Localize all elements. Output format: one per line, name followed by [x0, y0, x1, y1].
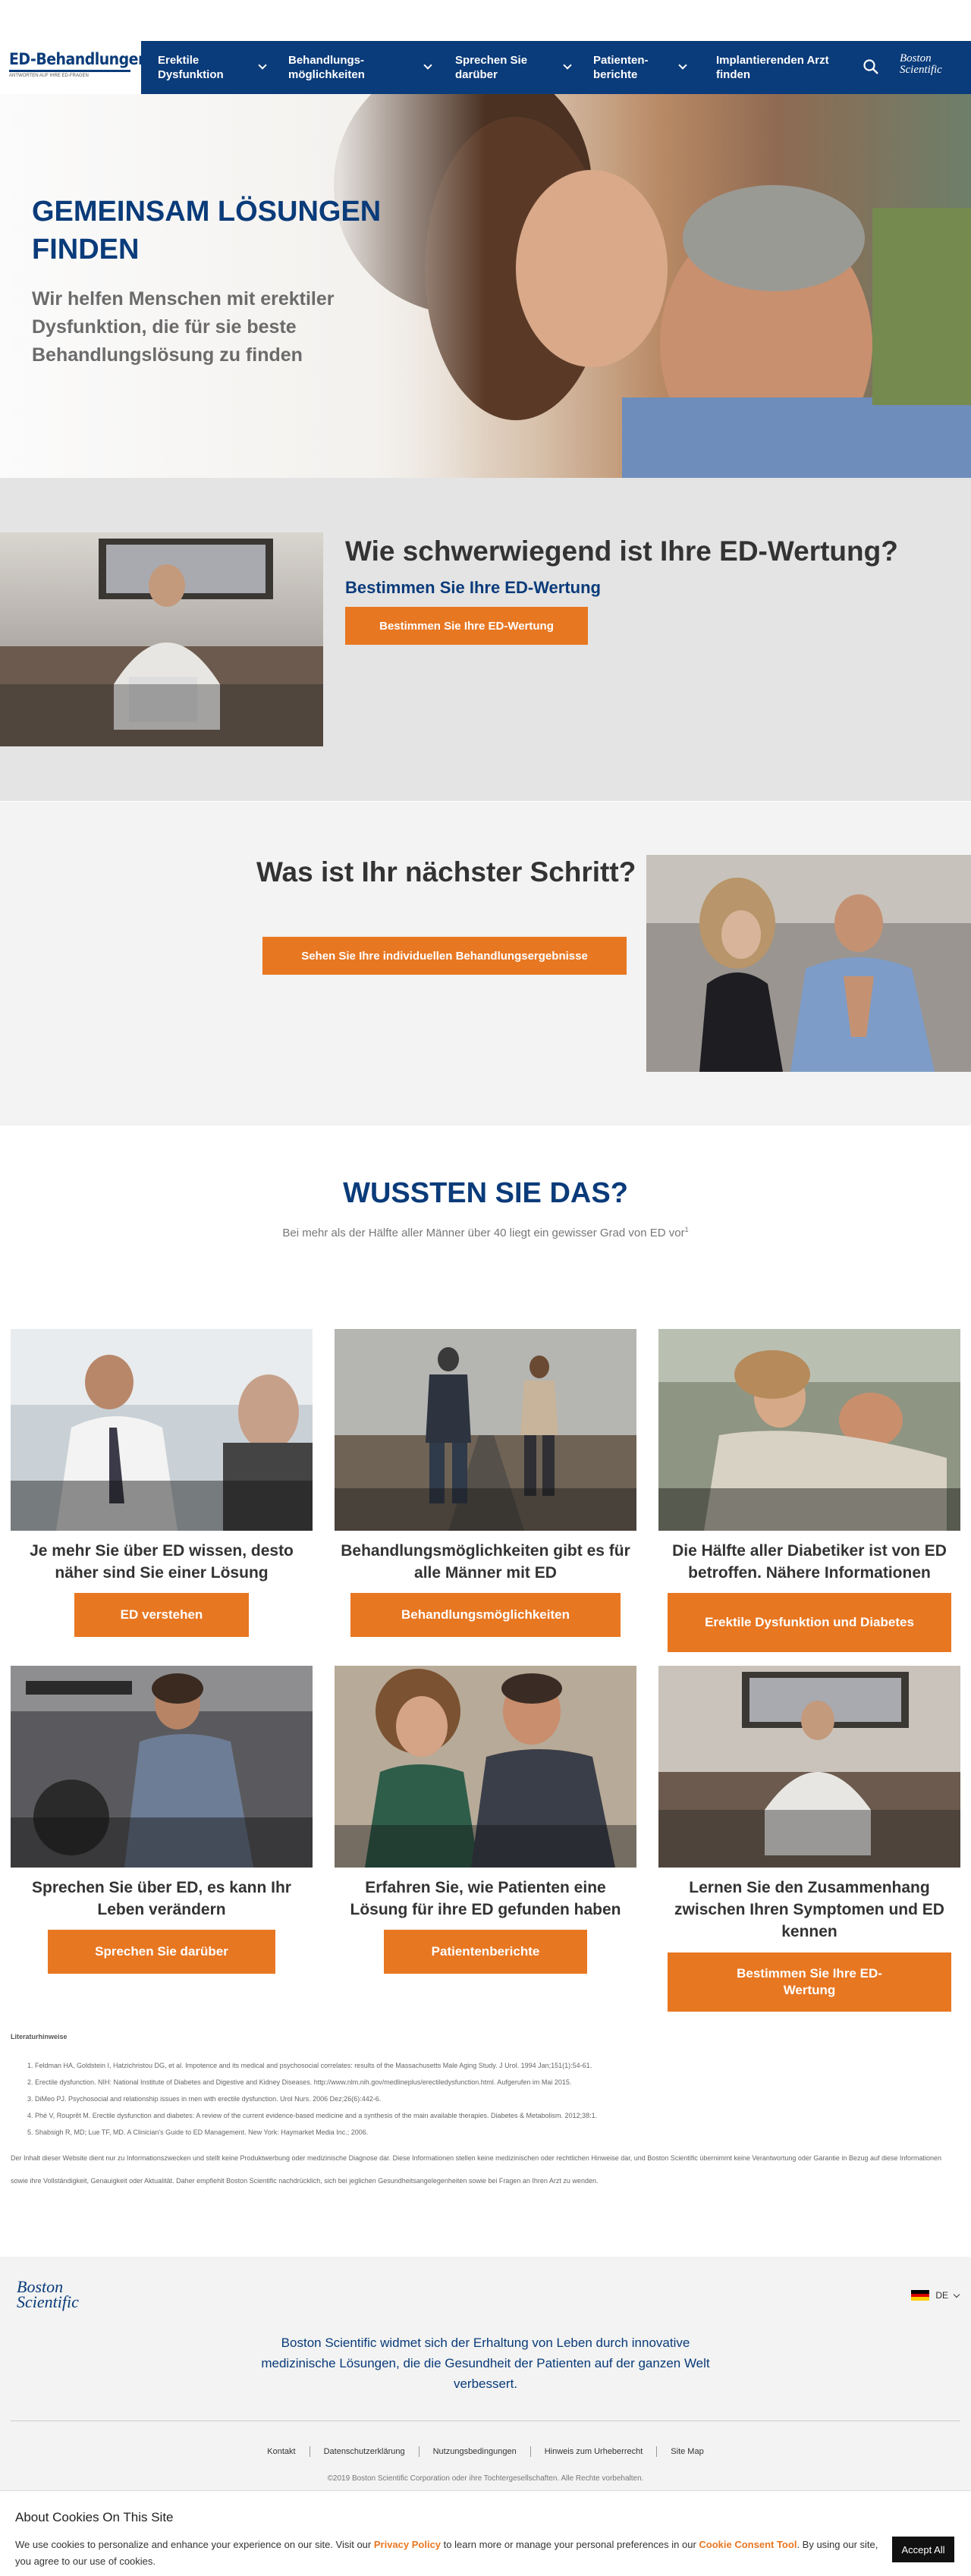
reference-item: Phé V, Rouprêt M. Erectile dysfunction a… [35, 2107, 959, 2124]
nav-item-patientenberichte[interactable]: Patienten-berichte [593, 41, 687, 94]
link-separator [418, 2446, 420, 2457]
hero-title: GEMEINSAM LÖSUNGEN FINDEN [32, 196, 382, 265]
nav-item-label: Patienten-berichte [593, 54, 649, 81]
card-title: Erfahren Sie, wie Patienten eine Lösung … [350, 1879, 621, 1918]
boston-scientific-logo[interactable]: Boston Scientific [900, 53, 960, 76]
card-title: Sprechen Sie über ED, es kann Ihr Leben … [32, 1879, 291, 1918]
main-navigation: Erektile Dysfunktion Behandlungs-möglich… [141, 41, 971, 94]
footer-link-urheberrecht[interactable]: Hinweis zum Urheberrecht [545, 2447, 643, 2456]
footer-link-nutzungsbedingungen[interactable]: Nutzungsbedingungen [433, 2447, 517, 2456]
site-logo[interactable]: ED-Behandlungen.de ANTWORTEN AUF IHRE ED… [9, 50, 172, 86]
nav-item-label: Erektile Dysfunktion [158, 54, 224, 81]
site-footer: Boston Scientific DE Boston Scientific w… [0, 2257, 971, 2490]
privacy-policy-link[interactable]: Privacy Policy [374, 2539, 441, 2550]
cookie-text-part: We use cookies to personalize and enhanc… [15, 2539, 374, 2550]
card-image-couple-hammock [658, 1329, 960, 1531]
footer-links: Kontakt Datenschutzerklärung Nutzungsbed… [0, 2446, 971, 2457]
card-title: Je mehr Sie über ED wissen, desto näher … [30, 1542, 294, 1582]
link-separator [656, 2446, 658, 2457]
did-you-know-heading: WUSSTEN SIE DAS? [343, 1177, 628, 1209]
logo-underline [9, 70, 130, 72]
did-you-know-text: Bei mehr als der Hälfte aller Männer übe… [0, 1226, 971, 1239]
disclaimer: Der Inhalt dieser Website dient nur zu I… [11, 2154, 942, 2185]
hero-banner: GEMEINSAM LÖSUNGEN FINDEN Wir helfen Men… [0, 94, 971, 478]
card-image-doctor [11, 1329, 313, 1531]
footer-divider [11, 2420, 960, 2421]
score-heading: Wie schwerwiegend ist Ihre ED-Wertung? [345, 536, 898, 567]
language-selector[interactable]: DE [911, 2290, 960, 2301]
footer-mission: Boston Scientific widmet sich der Erhalt… [261, 2336, 710, 2391]
treatment-results-button[interactable]: Sehen Sie Ihre individuellen Behandlungs… [262, 937, 627, 975]
card-image-man-motorcycle [11, 1666, 313, 1868]
cookie-banner: About Cookies On This Site We use cookie… [0, 2490, 971, 2576]
chevron-down-icon [423, 61, 432, 70]
man-laptop-image [0, 532, 323, 746]
footer-link-sitemap[interactable]: Site Map [671, 2447, 703, 2456]
card-title: Die Hälfte aller Diabetiker ist von ED b… [672, 1542, 947, 1582]
nav-item-label: Behandlungs-möglichkeiten [288, 54, 365, 81]
footnote-ref[interactable]: 1 [685, 1226, 689, 1233]
ed-score-section: Wie schwerwiegend ist Ihre ED-Wertung? B… [0, 478, 971, 801]
reference-item: Shabsigh R, MD; Lue TF, MD. A Clinician'… [35, 2124, 959, 2141]
footer-copyright: ©2019 Boston Scientific Corporation oder… [327, 2474, 644, 2483]
card-image-man-laptop [658, 1666, 960, 1868]
nav-item-label: Sprechen Sie darüber [455, 54, 528, 81]
language-label: DE [935, 2290, 948, 2301]
talk-about-it-button[interactable]: Sprechen Sie darüber [48, 1930, 275, 1974]
accept-all-button[interactable]: Accept All [892, 2537, 954, 2562]
references: Literaturhinweise Feldman HA, Goldstein … [11, 2033, 959, 2141]
ed-score-card-button[interactable]: Bestimmen Sie Ihre ED-Wertung [668, 1952, 951, 2012]
couple-image [646, 855, 971, 1072]
cookie-text: We use cookies to personalize and enhanc… [15, 2537, 895, 2570]
chevron-down-icon [563, 61, 572, 70]
chevron-down-icon [258, 61, 267, 70]
card-image-couple-walking [335, 1329, 636, 1531]
next-step-section: Was ist Ihr nächster Schritt? Sehen Sie … [0, 801, 971, 1126]
cookie-heading: About Cookies On This Site [15, 2510, 174, 2524]
chevron-down-icon [678, 61, 687, 70]
understand-ed-button[interactable]: ED verstehen [74, 1593, 249, 1637]
score-subheading: Bestimmen Sie Ihre ED-Wertung [345, 578, 601, 597]
nav-item-sprechen[interactable]: Sprechen Sie darüber [455, 41, 572, 94]
logo-tagline: ANTWORTEN AUF IHRE ED-FRAGEN [9, 74, 89, 78]
link-separator [529, 2446, 531, 2457]
reference-item: Erectile dysfunction. NIH: National Inst… [35, 2074, 959, 2091]
card-title: Lernen Sie den Zusammenhang zwischen Ihr… [674, 1879, 944, 1940]
patient-stories-button[interactable]: Patientenberichte [384, 1930, 587, 1974]
german-flag-icon [911, 2290, 930, 2301]
references-heading: Literaturhinweise [11, 2033, 68, 2040]
logo-title: ED-Behandlungen.de [9, 50, 172, 68]
cookie-text-part: to learn more or manage your personal pr… [441, 2539, 699, 2550]
cookie-consent-tool-link[interactable]: Cookie Consent Tool [699, 2539, 797, 2550]
card-image-couple-talking [335, 1666, 636, 1868]
references-list: Feldman HA, Goldstein I, Hatzichristou D… [11, 2057, 959, 2141]
did-you-know-sentence: Bei mehr als der Hälfte aller Männer übe… [282, 1227, 685, 1239]
footer-link-datenschutz[interactable]: Datenschutzerklärung [324, 2447, 405, 2456]
nav-item-behandlungsmoeglichkeiten[interactable]: Behandlungs-möglichkeiten [288, 41, 432, 94]
chevron-down-icon [953, 2291, 960, 2298]
nav-item-label: Implantierenden Arzt finden [716, 54, 829, 81]
ed-diabetes-button[interactable]: Erektile Dysfunktion und Diabetes [668, 1593, 951, 1652]
reference-item: Feldman HA, Goldstein I, Hatzichristou D… [35, 2057, 959, 2074]
ed-score-button[interactable]: Bestimmen Sie Ihre ED-Wertung [345, 607, 588, 645]
nav-item-arzt-finden[interactable]: Implantierenden Arzt finden [716, 41, 853, 94]
treatment-options-button[interactable]: Behandlungsmöglichkeiten [350, 1593, 621, 1637]
nav-item-erektile-dysfunktion[interactable]: Erektile Dysfunktion [158, 41, 267, 94]
next-step-heading: Was ist Ihr nächster Schritt? [256, 856, 636, 887]
top-spacer [0, 0, 971, 41]
search-icon[interactable] [862, 58, 880, 76]
hero-subtitle: Wir helfen Menschen mit erektiler Dysfun… [32, 288, 335, 366]
reference-item: DiMeo PJ. Psychosocial and relationship … [35, 2091, 959, 2107]
footer-link-kontakt[interactable]: Kontakt [267, 2447, 295, 2456]
footer-logo[interactable]: Boston Scientific [17, 2279, 108, 2311]
card-title: Behandlungsmöglichkeiten gibt es für all… [341, 1542, 630, 1582]
